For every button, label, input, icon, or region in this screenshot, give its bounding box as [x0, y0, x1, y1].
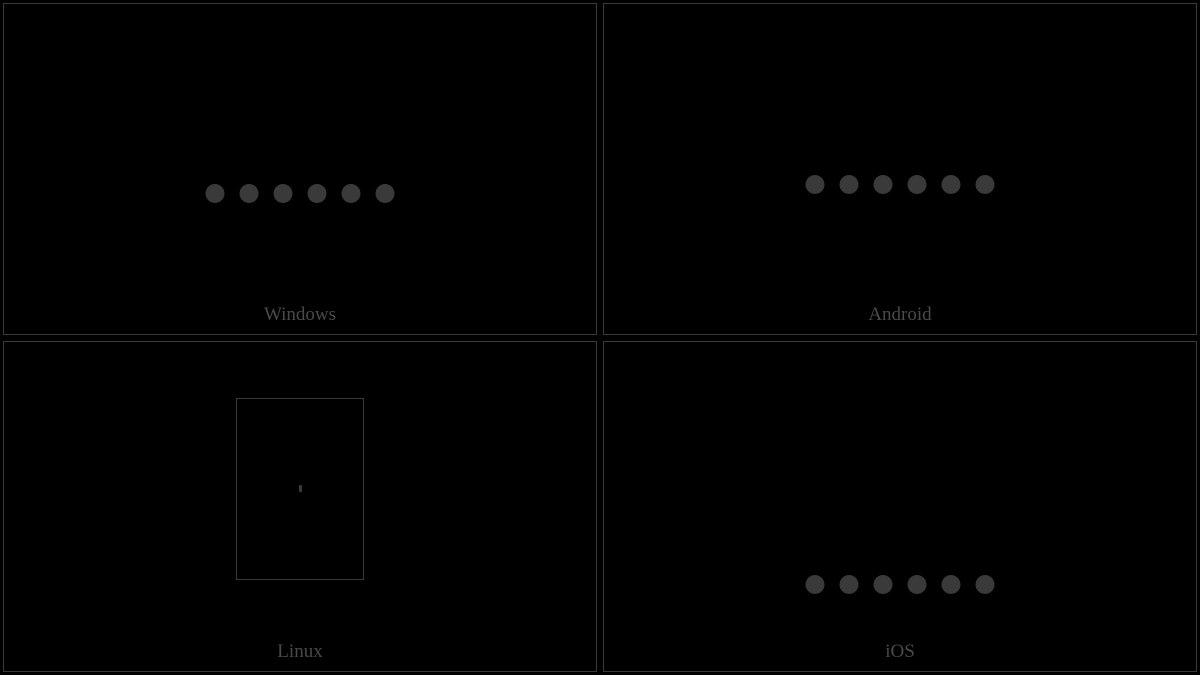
panel-label-windows: Windows: [264, 304, 336, 326]
dot-icon: [342, 184, 361, 203]
dot-icon: [840, 175, 859, 194]
glyph-dots-windows: [206, 184, 395, 203]
dot-icon: [976, 575, 995, 594]
dot-icon: [240, 184, 259, 203]
panel-linux: Linux: [3, 341, 597, 673]
dot-icon: [908, 575, 927, 594]
missing-glyph-box: [236, 398, 364, 580]
glyph-area-windows: [4, 4, 596, 299]
dot-icon: [976, 175, 995, 194]
glyph-area-android: [604, 4, 1196, 299]
glyph-dots-android: [806, 175, 995, 194]
dot-icon: [308, 184, 327, 203]
panel-android: Android: [603, 3, 1197, 335]
dot-icon: [840, 575, 859, 594]
dot-icon: [908, 175, 927, 194]
glyph-dots-ios: [806, 575, 995, 594]
panel-ios: iOS: [603, 341, 1197, 673]
dot-icon: [874, 175, 893, 194]
panel-label-ios: iOS: [885, 641, 915, 663]
dot-icon: [206, 184, 225, 203]
dot-icon: [274, 184, 293, 203]
dot-icon: [942, 175, 961, 194]
dot-icon: [942, 575, 961, 594]
glyph-area-ios: [604, 342, 1196, 637]
dot-icon: [806, 175, 825, 194]
dot-icon: [376, 184, 395, 203]
panel-label-linux: Linux: [277, 641, 322, 663]
glyph-area-linux: [4, 342, 596, 637]
dot-icon: [874, 575, 893, 594]
panel-windows: Windows: [3, 3, 597, 335]
dot-icon: [806, 575, 825, 594]
glyph-mark-icon: [299, 485, 302, 492]
panel-label-android: Android: [868, 304, 931, 326]
